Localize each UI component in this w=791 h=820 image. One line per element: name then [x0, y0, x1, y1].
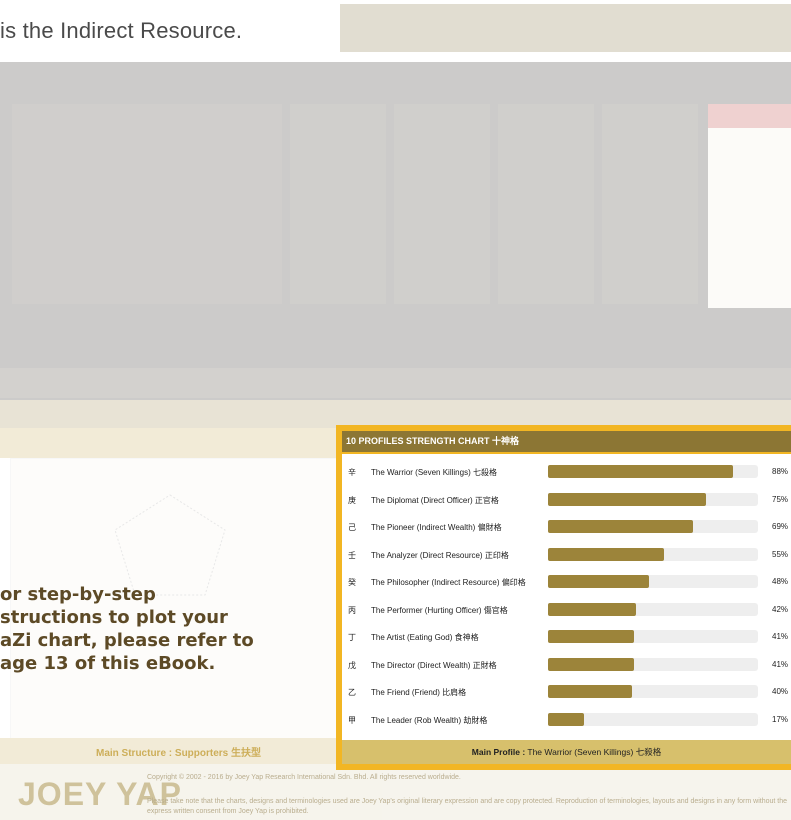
percent-label: 40%	[772, 687, 789, 696]
strength-chart-card: 10 PROFILES STRENGTH CHART 十神格 辛 The Warr…	[336, 425, 791, 770]
profile-row: 庚 The Diplomat (Direct Officer) 正官格 75%	[342, 486, 791, 514]
profile-label: The Warrior (Seven Killings) 七殺格	[371, 468, 497, 477]
stem-char: 乙	[348, 688, 356, 697]
strength-bar	[548, 630, 635, 643]
bar-track	[548, 547, 758, 561]
profile-label: The Pioneer (Indirect Wealth) 偏財格	[371, 523, 502, 532]
profile-label: The Philosopher (Indirect Resource) 偏印格	[371, 578, 526, 587]
profile-label: The Leader (Rob Wealth) 劫財格	[371, 715, 488, 725]
stem-char: 癸	[348, 578, 356, 587]
strength-bar	[548, 685, 632, 698]
main-profile-footer: Main Profile : The Warrior (Seven Killin…	[342, 740, 791, 764]
profile-row: 己 The Pioneer (Indirect Wealth) 偏財格 69%	[342, 513, 791, 541]
structures-band	[0, 428, 340, 458]
main-profile-value: The Warrior (Seven Killings) 七殺格	[527, 747, 662, 757]
percent-label: 42%	[772, 604, 789, 614]
strength-bar	[548, 465, 733, 478]
percent-label: 55%	[772, 549, 789, 559]
instruction-note: or step-by-step structions to plot your …	[0, 584, 254, 674]
pillar-column	[290, 104, 386, 304]
pillar-header-grid	[340, 4, 791, 52]
profile-label: The Performer (Hurting Officer) 傷官格	[371, 605, 508, 615]
strength-bar	[548, 492, 706, 506]
stem-char: 己	[348, 523, 356, 532]
strength-bar	[548, 712, 584, 726]
copyright-text: Copyright © 2002 - 2016 by Joey Yap Rese…	[147, 774, 461, 781]
percent-label: 41%	[772, 659, 789, 669]
website-band	[0, 368, 791, 398]
bar-track	[548, 520, 758, 533]
stem-char: 戊	[348, 660, 356, 670]
percent-label: 88%	[772, 467, 789, 476]
stem-char: 壬	[348, 550, 356, 560]
strength-bar	[548, 575, 649, 588]
profile-row: 乙 The Friend (Friend) 比肩格 40%	[342, 678, 791, 706]
strength-bar	[548, 547, 664, 561]
profile-row: 甲 The Leader (Rob Wealth) 劫財格 17%	[342, 706, 791, 734]
stem-char: 丁	[348, 633, 356, 642]
bar-track	[548, 712, 758, 726]
chart-title: 10 PROFILES STRENGTH CHART 十神格	[342, 431, 791, 454]
profile-label: The Analyzer (Direct Resource) 正印格	[371, 550, 509, 560]
profile-row: 丙 The Performer (Hurting Officer) 傷官格 42%	[342, 596, 791, 624]
stem-char: 庚	[348, 495, 356, 505]
main-profile-label: Main Profile :	[471, 747, 526, 757]
bar-track	[548, 602, 758, 616]
strength-bar	[548, 657, 635, 671]
bar-track	[548, 685, 758, 698]
disclaimer-text: Please take note that the charts, design…	[147, 798, 788, 815]
profile-label: The Director (Direct Wealth) 正財格	[371, 660, 497, 670]
percent-label: 69%	[772, 522, 789, 531]
profile-row: 辛 The Warrior (Seven Killings) 七殺格 88%	[342, 458, 791, 486]
percent-label: 41%	[772, 632, 789, 641]
chart-rows: 辛 The Warrior (Seven Killings) 七殺格 88% 庚 The…	[342, 454, 791, 733]
year-pillar	[708, 128, 791, 308]
stem-char: 辛	[348, 468, 356, 477]
bar-track	[548, 630, 758, 643]
pillar-column	[602, 104, 698, 304]
bar-track	[548, 657, 758, 671]
bar-track	[548, 492, 758, 506]
intro-text: is the Indirect Resource.	[0, 18, 243, 43]
profile-label: The Artist (Eating God) 食神格	[371, 633, 479, 642]
percent-label: 48%	[772, 577, 789, 586]
bar-track	[548, 465, 758, 478]
profile-row: 戊 The Director (Direct Wealth) 正財格 41%	[342, 651, 791, 679]
strength-bar	[548, 602, 637, 616]
strength-bar	[548, 520, 693, 533]
stem-char: 丙	[348, 605, 356, 615]
profile-row: 癸 The Philosopher (Indirect Resource) 偏印格…	[342, 568, 791, 596]
profile-row: 壬 The Analyzer (Direct Resource) 正印格 55%	[342, 541, 791, 569]
profile-label: The Diplomat (Direct Officer) 正官格	[371, 495, 499, 505]
stars-table	[12, 104, 282, 304]
pillar-column	[394, 104, 490, 304]
percent-label: 75%	[772, 494, 789, 504]
percent-label: 17%	[772, 714, 789, 724]
stem-char: 甲	[348, 715, 356, 725]
main-structure-text: Main Structure : Supporters 生扶型	[96, 748, 262, 759]
profile-row: 丁 The Artist (Eating God) 食神格 41%	[342, 623, 791, 651]
bar-track	[548, 575, 758, 588]
system-band	[0, 400, 791, 428]
pillar-column	[498, 104, 594, 304]
profile-label: The Friend (Friend) 比肩格	[371, 688, 467, 697]
year-header	[708, 104, 791, 128]
